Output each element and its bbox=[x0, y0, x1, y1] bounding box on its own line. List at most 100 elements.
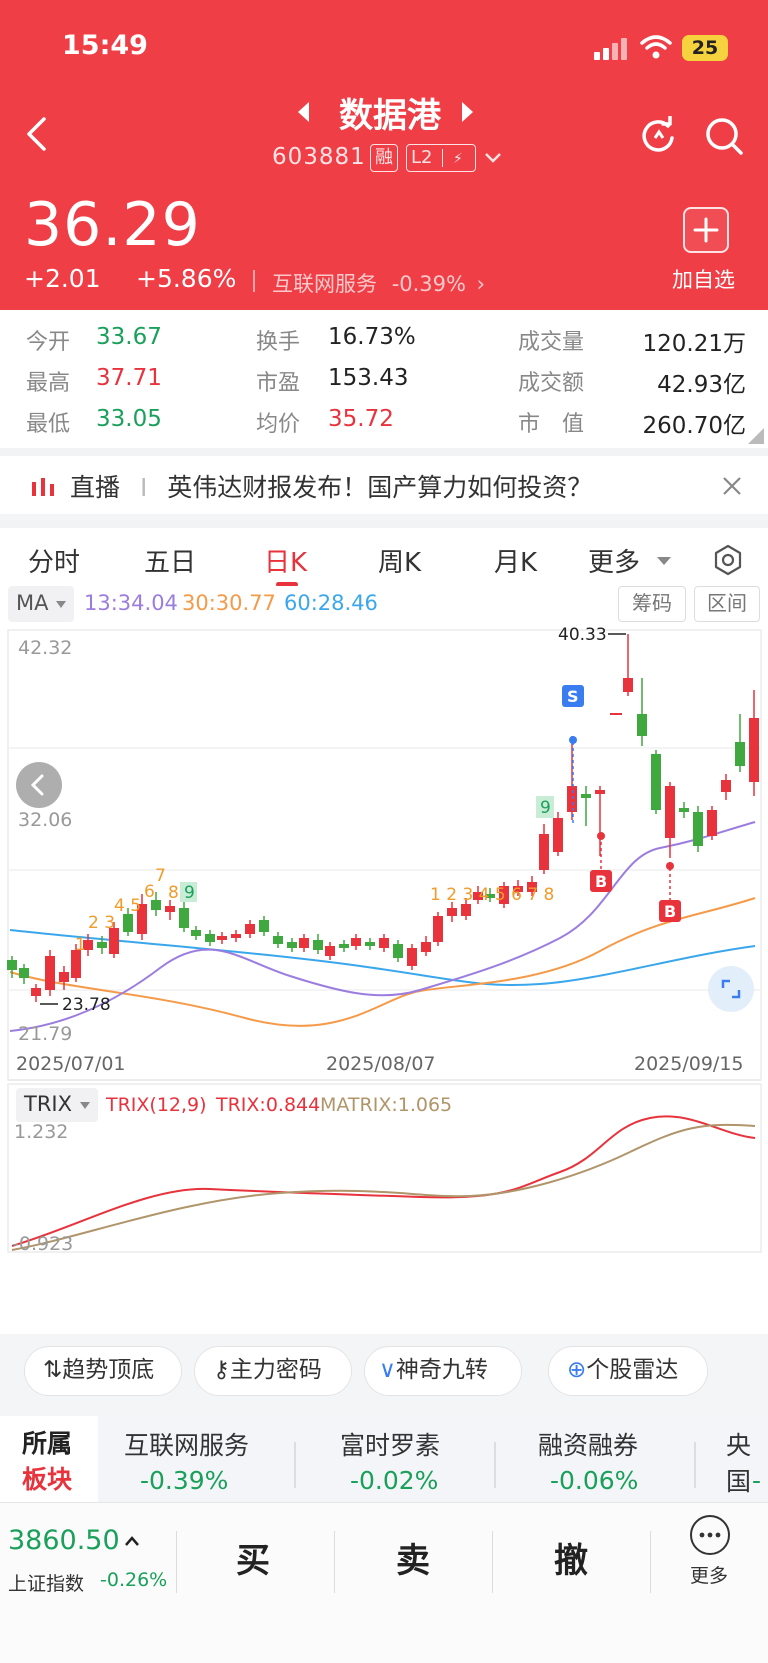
live-tag: 直播 bbox=[70, 473, 121, 502]
sell-signal-text: S bbox=[567, 687, 579, 706]
stat-label: 市盈 bbox=[256, 371, 301, 396]
sector-item-value: -0.02% bbox=[350, 1466, 439, 1495]
divider bbox=[253, 270, 255, 292]
chevron-up-icon bbox=[125, 1536, 139, 1546]
stat-high: 37.71 bbox=[96, 365, 162, 391]
candle-body bbox=[313, 940, 323, 950]
battery-indicator: 25 bbox=[682, 35, 728, 61]
buy-button[interactable]: 买 bbox=[236, 1533, 270, 1582]
buy-marker-dot bbox=[597, 832, 605, 840]
stat-label: 均价 bbox=[256, 412, 301, 437]
live-banner[interactable]: 直播 I 英伟达财报发布！国产算力如何投资？ bbox=[0, 448, 768, 514]
candle-body bbox=[421, 942, 431, 952]
live-bars-icon bbox=[32, 478, 54, 496]
candle-body bbox=[393, 944, 403, 958]
key-icon: ⚷ bbox=[213, 1357, 230, 1383]
trend-top-bottom-button[interactable]: ⇅趋势顶底 bbox=[24, 1346, 182, 1396]
cancel-order-button[interactable]: 撤 bbox=[554, 1533, 588, 1582]
sector-item-value: -0.39% bbox=[140, 1466, 229, 1495]
expand-corner-icon[interactable] bbox=[748, 428, 764, 444]
tab-daily-k[interactable]: 日K bbox=[264, 542, 307, 579]
search-icon[interactable] bbox=[704, 116, 744, 156]
candle-body bbox=[637, 714, 647, 736]
back-arrow-icon[interactable] bbox=[24, 116, 48, 152]
fullscreen-button[interactable] bbox=[708, 966, 754, 1012]
stat-turnover: 16.73% bbox=[328, 324, 416, 350]
stat-market-cap: 260.70亿 bbox=[642, 413, 746, 439]
stock-radar-button[interactable]: ⊕个股雷达 bbox=[548, 1346, 708, 1396]
candles bbox=[7, 634, 759, 1002]
y-axis-bottom: 21.79 bbox=[18, 1023, 72, 1045]
next-stock-icon[interactable] bbox=[462, 102, 473, 122]
candle-body bbox=[365, 942, 375, 946]
more-icon[interactable] bbox=[690, 1515, 730, 1555]
refresh-icon[interactable] bbox=[638, 116, 678, 156]
sector-item-name[interactable]: 融资融券 bbox=[538, 1426, 638, 1462]
candle-body bbox=[433, 916, 443, 942]
divider bbox=[694, 1442, 696, 1488]
sell-button[interactable]: 卖 bbox=[396, 1533, 430, 1582]
candle-body bbox=[447, 908, 457, 916]
strip-title-2: 板块 bbox=[22, 1465, 73, 1494]
divider bbox=[176, 1531, 177, 1593]
settings-icon[interactable] bbox=[712, 544, 744, 576]
trix-y-top: 1.232 bbox=[14, 1121, 68, 1143]
tab-five-day[interactable]: 五日 bbox=[144, 542, 196, 579]
stat-pe: 153.43 bbox=[328, 365, 409, 391]
trix-params: TRIX(12,9) bbox=[106, 1094, 207, 1116]
buy-marker-dot bbox=[666, 862, 674, 870]
stat-label: 成交量 bbox=[518, 330, 585, 355]
sector-item-name[interactable]: 央国 bbox=[726, 1426, 768, 1498]
chart-area: MA 13:34.04 30:30.77 60:28.46 筹码 区间 1 2 … bbox=[0, 586, 768, 1334]
tab-intraday[interactable]: 分时 bbox=[28, 542, 80, 579]
scroll-left-button[interactable] bbox=[16, 762, 62, 808]
radar-icon: ⊕ bbox=[567, 1357, 587, 1383]
candle-body bbox=[707, 810, 717, 836]
sector-item-name[interactable]: 互联网服务 bbox=[124, 1426, 249, 1462]
candle-body bbox=[19, 968, 29, 978]
divider bbox=[334, 1531, 335, 1593]
kline-chart[interactable]: 1 2 3 4 5 6 7 8 9 1 2 3 4 5 6 7 8 9 S B … bbox=[0, 586, 768, 1334]
buy-signal-text: B bbox=[595, 872, 607, 891]
candle-body bbox=[693, 812, 703, 846]
tag-divider bbox=[442, 149, 444, 167]
magic-nine-button[interactable]: ∨神奇九转 bbox=[364, 1346, 522, 1396]
main-force-code-button[interactable]: ⚷主力密码 bbox=[194, 1346, 352, 1396]
close-icon[interactable] bbox=[722, 476, 742, 496]
candle-body bbox=[231, 934, 241, 938]
tab-more[interactable]: 更多 bbox=[588, 542, 640, 579]
nine-count-7: 7 bbox=[155, 866, 166, 886]
stat-label: 最低 bbox=[26, 412, 71, 437]
chevron-left-icon bbox=[30, 774, 44, 796]
trix-y-bottom: -0.923 bbox=[12, 1233, 73, 1255]
candle-body bbox=[123, 914, 133, 932]
ma30-line bbox=[9, 897, 756, 1027]
tool-label: 个股雷达 bbox=[586, 1357, 679, 1383]
chevron-down-icon[interactable] bbox=[484, 152, 502, 164]
candle-body bbox=[245, 924, 255, 934]
tab-weekly-k[interactable]: 周K bbox=[378, 542, 421, 579]
candle-body bbox=[59, 972, 69, 982]
add-watchlist-label[interactable]: 加自选 bbox=[672, 264, 735, 294]
candle-body bbox=[179, 908, 189, 928]
sector-link[interactable]: 互联网服务 -0.39% › bbox=[272, 268, 485, 298]
matrix-line bbox=[11, 1123, 756, 1251]
candle-body bbox=[205, 934, 215, 942]
updown-arrows-icon: ⇅ bbox=[43, 1357, 63, 1383]
candle-body bbox=[735, 742, 745, 766]
add-watchlist-button[interactable] bbox=[683, 207, 729, 253]
nine-count-9: 9 bbox=[540, 798, 551, 818]
caret-down-icon bbox=[657, 557, 671, 565]
index-value[interactable]: 3860.50 bbox=[8, 1525, 120, 1556]
tab-monthly-k[interactable]: 月K bbox=[494, 542, 537, 579]
candle-body bbox=[461, 904, 471, 916]
sector-item-name[interactable]: 富时罗素 bbox=[340, 1426, 440, 1462]
more-label[interactable]: 更多 bbox=[690, 1561, 728, 1588]
candle-body bbox=[749, 718, 759, 782]
indicator-selector[interactable]: TRIX bbox=[16, 1088, 98, 1122]
flash-icon: ⚡ bbox=[452, 151, 463, 167]
divider bbox=[294, 1442, 296, 1488]
candle-body bbox=[7, 960, 17, 970]
low-label: 23.78 bbox=[62, 995, 111, 1015]
tool-label: 主力密码 bbox=[229, 1357, 322, 1383]
